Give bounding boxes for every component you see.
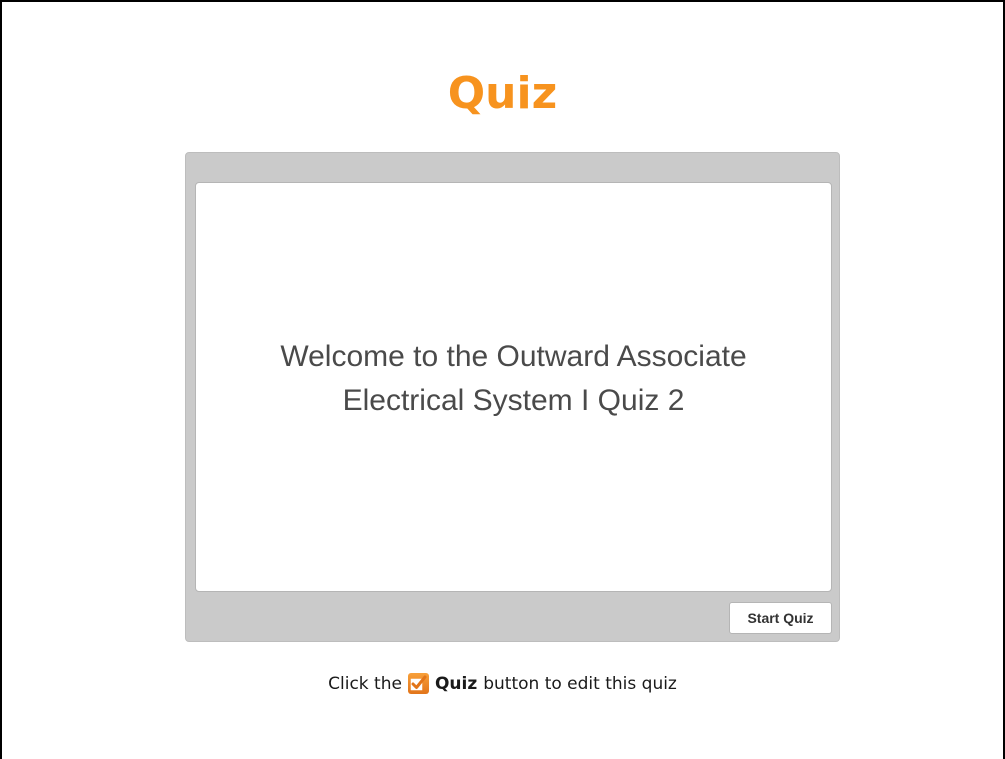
hint-button-name: Quiz [434,673,478,694]
checkbox-icon [407,673,429,694]
welcome-message: Welcome to the Outward Associate Electri… [196,335,831,423]
edit-hint: Click the Quiz button to edit this quiz [0,673,1005,694]
welcome-line-1: Welcome to the Outward Associate [280,340,747,373]
hint-prefix: Click the [328,673,402,694]
quiz-panel: Welcome to the Outward Associate Electri… [185,152,840,642]
quiz-title: Quiz [447,68,558,119]
welcome-line-2: Electrical System I Quiz 2 [342,384,685,417]
hint-suffix: button to edit this quiz [483,673,677,694]
quiz-welcome-card: Welcome to the Outward Associate Electri… [195,182,832,592]
start-quiz-button[interactable]: Start Quiz [729,602,832,634]
